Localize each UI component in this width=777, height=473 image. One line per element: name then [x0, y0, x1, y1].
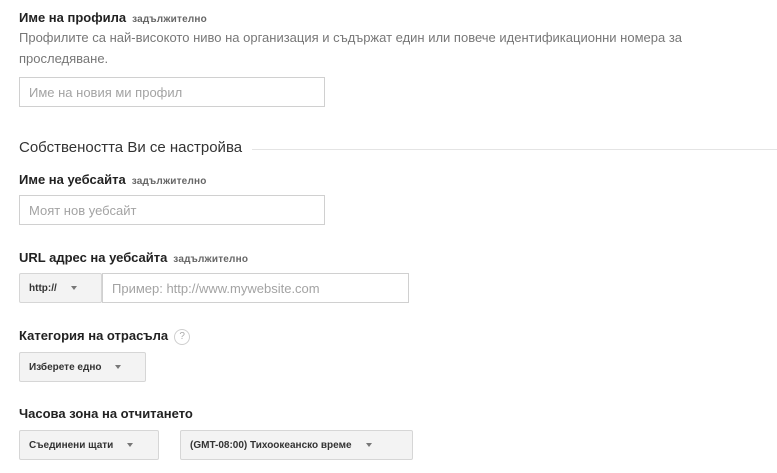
- profile-required-badge: задължително: [132, 14, 207, 25]
- website-name-input[interactable]: [19, 195, 325, 225]
- timezone-zone-select[interactable]: (GMT-08:00) Тихоокеанско време: [180, 430, 413, 460]
- protocol-value: http://: [29, 282, 57, 294]
- url-required-badge: задължително: [173, 254, 249, 265]
- chevron-down-icon: [70, 286, 77, 290]
- profile-name-label: Име на профила: [19, 10, 127, 25]
- timezone-country-value: Съединени щати: [29, 439, 114, 451]
- protocol-select[interactable]: http://: [19, 273, 102, 303]
- industry-label-row: Категория на отрасъла?: [19, 328, 191, 345]
- industry-select-value: Изберете едно: [29, 361, 102, 373]
- timezone-label-row: Часова зона на отчитането: [19, 406, 193, 421]
- website-required-badge: задължително: [131, 176, 207, 187]
- url-label-row: URL адрес на уебсайта задължително: [19, 250, 248, 265]
- timezone-zone-value: (GMT-08:00) Тихоокеанско време: [190, 439, 352, 451]
- property-section-title: Собствеността Ви се настройва: [19, 139, 253, 156]
- timezone-country-select[interactable]: Съединени щати: [19, 430, 159, 460]
- url-input[interactable]: [102, 273, 409, 303]
- url-label: URL адрес на уебсайта: [19, 250, 168, 265]
- chevron-down-icon: [115, 365, 122, 369]
- industry-select[interactable]: Изберете едно: [19, 352, 146, 382]
- profile-name-label-row: Име на профила задължително: [19, 10, 207, 25]
- website-name-label: Име на уебсайта: [19, 172, 126, 187]
- chevron-down-icon: [127, 443, 134, 447]
- chevron-down-icon: [365, 443, 372, 447]
- industry-label: Категория на отрасъла: [19, 328, 169, 343]
- profile-help-text: Профилите са най-високото ниво на органи…: [19, 30, 683, 66]
- timezone-label: Часова зона на отчитането: [19, 406, 193, 421]
- profile-name-input[interactable]: [19, 77, 325, 107]
- help-icon[interactable]: ?: [174, 328, 191, 345]
- website-name-label-row: Име на уебсайта задължително: [19, 172, 207, 187]
